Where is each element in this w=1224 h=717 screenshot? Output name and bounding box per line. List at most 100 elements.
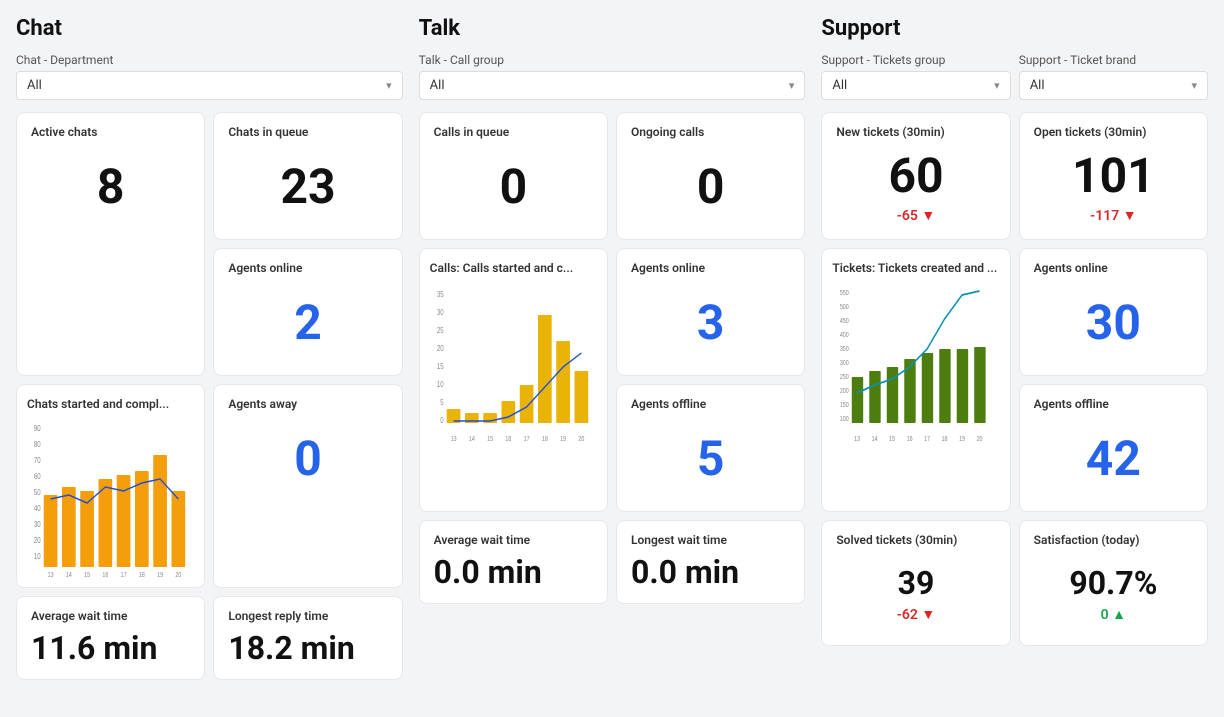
support-chart-svg: 550 500 450 400 350 300 250 200 150 100 [832, 283, 999, 443]
talk-chart-title: Calls: Calls started and c... [430, 261, 597, 275]
svg-text:19: 19 [157, 571, 163, 579]
svg-text:13: 13 [854, 435, 860, 443]
chat-chart: 90 80 70 60 50 40 30 20 10 [27, 419, 194, 579]
talk-title: Talk [419, 16, 806, 41]
chat-stat-row: Average wait time 11.6 min Longest reply… [16, 596, 403, 680]
svg-text:100: 100 [840, 415, 849, 423]
chat-chart-card: Chats started and compl... 90 80 70 60 5… [16, 384, 205, 588]
svg-text:25: 25 [437, 326, 444, 335]
svg-text:60: 60 [34, 472, 41, 481]
talk-section: Talk Talk - Call group All ▾ Calls in qu… [419, 16, 806, 680]
chat-chart-title: Chats started and compl... [27, 397, 194, 411]
chat-agents-away-label: Agents away [228, 397, 387, 411]
talk-chart: 35 30 25 20 15 10 5 0 [430, 283, 597, 443]
svg-text:0: 0 [440, 416, 443, 425]
chats-in-queue-label: Chats in queue [228, 125, 387, 139]
support-filter1-label: Support - Tickets group [821, 53, 1010, 67]
svg-text:90: 90 [34, 424, 41, 433]
calls-in-queue-label: Calls in queue [434, 125, 593, 139]
support-agents-offline-card: Agents offline 42 [1019, 384, 1208, 512]
talk-stat2-value: 0.0 min [631, 553, 790, 591]
talk-filters: Talk - Call group All ▾ [419, 53, 806, 100]
chat-agents-online-value-wrapper: 2 [228, 283, 387, 363]
talk-agents-offline-value-wrapper: 5 [631, 419, 790, 499]
active-chats-label: Active chats [31, 125, 190, 139]
support-stat2-label: Satisfaction (today) [1034, 533, 1193, 547]
support-agents-online-value: 30 [1086, 297, 1141, 350]
chat-agents-online-value: 2 [294, 297, 322, 350]
svg-text:350: 350 [840, 345, 849, 353]
calls-in-queue-value: 0 [500, 161, 528, 214]
support-agents-online-value-wrapper: 30 [1034, 283, 1193, 363]
svg-text:30: 30 [437, 308, 444, 317]
ongoing-calls-value: 0 [697, 161, 725, 214]
talk-stat2-label: Longest wait time [631, 533, 790, 547]
chevron-down-icon: ▾ [386, 79, 392, 92]
support-stat1-delta: -62 ▼ [897, 606, 935, 623]
svg-text:80: 80 [34, 440, 41, 449]
calls-in-queue-card: Calls in queue 0 [419, 112, 608, 240]
talk-agents-offline-value: 5 [697, 433, 725, 486]
chat-stat2-value: 18.2 min [228, 629, 387, 667]
support-section: Support Support - Tickets group All ▾ Su… [821, 16, 1208, 680]
support-chart-title: Tickets: Tickets created and ... [832, 261, 999, 275]
chat-chart-svg: 90 80 70 60 50 40 30 20 10 [27, 419, 194, 579]
ongoing-calls-label: Ongoing calls [631, 125, 790, 139]
support-filter1-select[interactable]: All ▾ [821, 71, 1010, 100]
svg-text:16: 16 [102, 571, 108, 579]
svg-text:150: 150 [840, 401, 849, 409]
chevron-down-icon: ▾ [789, 79, 795, 92]
svg-text:20: 20 [977, 435, 983, 443]
support-filter1-group: Support - Tickets group All ▾ [821, 53, 1010, 100]
chat-agents-away-card: Agents away 0 [213, 384, 402, 588]
support-agents-online-card: Agents online 30 [1019, 248, 1208, 376]
chevron-down-icon: ▾ [1192, 79, 1198, 92]
svg-text:15: 15 [84, 571, 90, 579]
svg-text:35: 35 [437, 290, 444, 299]
svg-text:70: 70 [34, 456, 41, 465]
talk-grid: Calls in queue 0 Ongoing calls 0 Calls: … [419, 112, 806, 512]
chat-filter-label: Chat - Department [16, 53, 403, 67]
talk-stat2-card: Longest wait time 0.0 min [616, 520, 805, 604]
support-filters: Support - Tickets group All ▾ Support - … [821, 53, 1208, 100]
talk-stat1-label: Average wait time [434, 533, 593, 547]
svg-text:15: 15 [889, 435, 895, 443]
support-filter2-select[interactable]: All ▾ [1019, 71, 1208, 100]
new-tickets-label: New tickets (30min) [836, 125, 995, 139]
talk-agents-online-card: Agents online 3 [616, 248, 805, 376]
svg-text:20: 20 [437, 344, 444, 353]
support-stat2-value: 90.7% [1069, 564, 1157, 602]
chat-stat2-label: Longest reply time [228, 609, 387, 623]
new-tickets-delta: -65 ▼ [897, 207, 935, 224]
support-chart: 550 500 450 400 350 300 250 200 150 100 [832, 283, 999, 443]
svg-text:14: 14 [66, 571, 72, 579]
new-tickets-value-wrapper: 60 -65 ▼ [836, 147, 995, 227]
svg-text:450: 450 [840, 317, 849, 325]
svg-text:200: 200 [840, 387, 849, 395]
open-tickets-delta: -117 ▼ [1090, 207, 1136, 224]
svg-text:19: 19 [560, 435, 566, 443]
svg-text:15: 15 [487, 435, 493, 443]
svg-text:16: 16 [505, 435, 511, 443]
chat-filter-value: All [27, 78, 42, 93]
talk-agents-online-value: 3 [697, 297, 725, 350]
active-chats-card: Active chats 8 [16, 112, 205, 376]
talk-filter-label: Talk - Call group [419, 53, 806, 67]
svg-text:19: 19 [959, 435, 965, 443]
support-agents-offline-value-wrapper: 42 [1034, 419, 1193, 499]
chat-filter-select[interactable]: All ▾ [16, 71, 403, 100]
svg-text:300: 300 [840, 359, 849, 367]
svg-text:20: 20 [175, 571, 181, 579]
talk-agents-online-label: Agents online [631, 261, 790, 275]
svg-text:17: 17 [121, 571, 127, 579]
chat-filter-group: Chat - Department All ▾ [16, 53, 403, 100]
chat-stat1-card: Average wait time 11.6 min [16, 596, 205, 680]
talk-filter-select[interactable]: All ▾ [419, 71, 806, 100]
support-filter2-value: All [1030, 78, 1045, 93]
talk-stat-row: Average wait time 0.0 min Longest wait t… [419, 520, 806, 604]
support-filter2-group: Support - Ticket brand All ▾ [1019, 53, 1208, 100]
svg-text:10: 10 [437, 380, 444, 389]
calls-in-queue-value-wrapper: 0 [434, 147, 593, 227]
support-stat2-card: Satisfaction (today) 90.7% 0 ▲ [1019, 520, 1208, 646]
open-tickets-value: 101 [1072, 150, 1155, 203]
